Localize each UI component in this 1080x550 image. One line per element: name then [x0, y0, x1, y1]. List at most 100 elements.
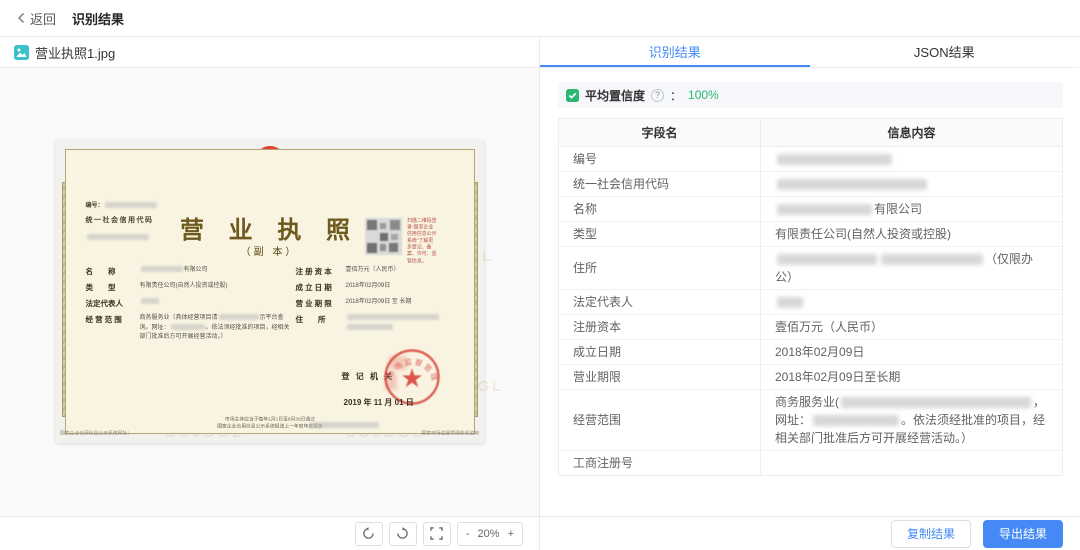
field-value-cell: 有限公司	[761, 197, 1063, 222]
license-field-value: 有限责任公司(自然人投资或控股)	[140, 282, 228, 292]
redacted-text	[881, 254, 983, 265]
license-field-label: 类 型	[86, 282, 140, 293]
table-row: 住所（仅限办公）	[559, 247, 1063, 290]
redacted-text	[308, 416, 380, 434]
fit-screen-button[interactable]	[423, 522, 451, 546]
license-field-row: 住 所	[296, 314, 461, 333]
table-row: 类型有限责任公司(自然人投资或控股)	[559, 222, 1063, 247]
license-field-label: 名 称	[86, 266, 140, 277]
table-header-row: 字段名 信息内容	[559, 119, 1063, 147]
field-name-cell: 统一社会信用代码	[559, 172, 761, 197]
field-value-cell: 有限责任公司(自然人投资或控股)	[761, 222, 1063, 247]
confidence-bar: 平均置信度 ? ： 100%	[558, 82, 1063, 108]
redacted-text	[777, 204, 872, 215]
result-panel: 识别结果JSON结果 平均置信度 ? ： 100% 字段名 信息内容	[540, 37, 1079, 550]
field-name-cell: 类型	[559, 222, 761, 247]
copy-result-button[interactable]: 复制结果	[891, 520, 971, 548]
fullscreen-icon	[430, 527, 443, 540]
main-split: 营业执照1.jpg SCJDGLSCJDGLSCJDGLSCJDGLSCJDGL…	[0, 37, 1080, 550]
chevron-left-icon	[16, 12, 26, 24]
result-tabs: 识别结果JSON结果	[540, 37, 1079, 68]
confidence-colon: ：	[670, 87, 682, 104]
license-field-label: 经 营 范 围	[86, 314, 140, 325]
license-left-fields: 名 称有限公司类 型有限责任公司(自然人投资或控股) 法定代表人经 营 范 围商务…	[86, 266, 292, 348]
table-row: 营业期限 2018年02月09日至长期	[559, 365, 1063, 390]
field-name-cell: 法定代表人	[559, 290, 761, 315]
license-footer-right: 国家市场监督管理总局监制	[422, 429, 480, 436]
value-text: 2018年02月09日	[775, 345, 864, 359]
license-right-fields: 注 册 资 本壹佰万元（人民币）成 立 日 期2018年02月09日营 业 期 …	[296, 266, 461, 338]
redacted-text	[777, 297, 803, 308]
tab-json-result[interactable]: JSON结果	[810, 37, 1080, 67]
license-field-label: 住 所	[296, 314, 346, 325]
value-text: 壹佰万元（人民币）	[775, 320, 883, 334]
back-label: 返回	[30, 9, 56, 28]
redacted-text	[86, 228, 150, 246]
field-value-cell: 壹佰万元（人民币）	[761, 315, 1063, 340]
viewer-toolbar: - 20% +	[0, 516, 539, 550]
redacted-text	[841, 397, 1031, 408]
rotate-left-icon	[362, 527, 375, 540]
field-value-cell	[761, 290, 1063, 315]
redacted-text	[813, 415, 899, 426]
field-value-cell	[761, 172, 1063, 197]
image-panel: 营业执照1.jpg SCJDGLSCJDGLSCJDGLSCJDGLSCJDGL…	[0, 37, 540, 550]
table-row: 经营范围商务服务业(，网址：。依法须经批准的项目，经相关部门批准后方可开展经营活…	[559, 390, 1063, 451]
field-value-cell: 2018年02月09日至长期	[761, 365, 1063, 390]
zoom-out-button[interactable]: -	[466, 528, 470, 540]
license-field-value: 2018年02月09日 至 长期	[346, 298, 412, 308]
license-field-value	[346, 314, 461, 333]
file-name: 营业执照1.jpg	[35, 43, 115, 62]
rotate-left-button[interactable]	[355, 522, 383, 546]
table-row: 法定代表人	[559, 290, 1063, 315]
export-result-button[interactable]: 导出结果	[983, 520, 1063, 548]
license-field-value: 壹佰万元（人民币）	[346, 266, 400, 276]
redacted-text	[141, 266, 183, 272]
value-text: 有限责任公司(自然人投资或控股)	[775, 227, 951, 241]
redacted-text	[347, 324, 393, 330]
value-text: 有限责任公司(自然人投资或控股)	[140, 283, 228, 289]
help-icon[interactable]: ?	[651, 89, 664, 102]
license-subtitle: （副 本）	[241, 243, 299, 258]
confidence-label: 平均置信度	[585, 87, 645, 104]
value-text: 商务服务业（具体经营项目请	[140, 315, 218, 321]
result-body: 平均置信度 ? ： 100% 字段名 信息内容 编号统一社会信用代码名称有限公司…	[540, 68, 1079, 516]
field-name-cell: 营业期限	[559, 365, 761, 390]
redacted-text	[171, 324, 205, 330]
redacted-text	[219, 314, 259, 320]
license-field-row: 名 称有限公司	[86, 266, 292, 277]
value-text: 2018年02月09日	[346, 283, 391, 289]
column-header-field: 字段名	[559, 119, 761, 147]
zoom-in-button[interactable]: +	[508, 528, 514, 540]
license-field-value: 2018年02月09日	[346, 282, 391, 292]
field-name-cell: 成立日期	[559, 340, 761, 365]
column-header-value: 信息内容	[761, 119, 1063, 147]
zoom-level: 20%	[478, 528, 500, 540]
field-value-cell: （仅限办公）	[761, 247, 1063, 290]
field-value-cell: 2018年02月09日	[761, 340, 1063, 365]
table-row: 编号	[559, 147, 1063, 172]
redacted-text	[777, 179, 927, 190]
rotate-right-button[interactable]	[389, 522, 417, 546]
field-name-cell: 注册资本	[559, 315, 761, 340]
value-text: 商务服务业(	[775, 395, 839, 409]
table-row: 注册资本壹佰万元（人民币）	[559, 315, 1063, 340]
value-text: 壹佰万元（人民币）	[346, 267, 400, 273]
page-title: 识别结果	[72, 9, 124, 28]
license-field-row: 类 型有限责任公司(自然人投资或控股)	[86, 282, 292, 293]
zoom-control: - 20% +	[457, 522, 523, 546]
field-name-cell: 编号	[559, 147, 761, 172]
back-button[interactable]: 返回	[16, 9, 56, 28]
license-field-row: 法定代表人	[86, 298, 292, 309]
value-text: 有限公司	[874, 202, 922, 216]
table-row: 成立日期 2018年02月09日	[559, 340, 1063, 365]
top-bar: 返回 识别结果	[0, 0, 1080, 37]
confidence-check-icon	[566, 89, 579, 102]
tab-recognition-result[interactable]: 识别结果	[540, 37, 810, 67]
license-field-row: 经 营 范 围商务服务业（具体经营项目请示平台查询。网址：。依法须经批准的项目，…	[86, 314, 292, 343]
redacted-text	[777, 254, 877, 265]
value-text: 2018年02月09日至长期	[775, 370, 900, 384]
redacted-text	[141, 298, 159, 304]
license-field-row: 成 立 日 期2018年02月09日	[296, 282, 461, 293]
field-value-cell	[761, 451, 1063, 476]
